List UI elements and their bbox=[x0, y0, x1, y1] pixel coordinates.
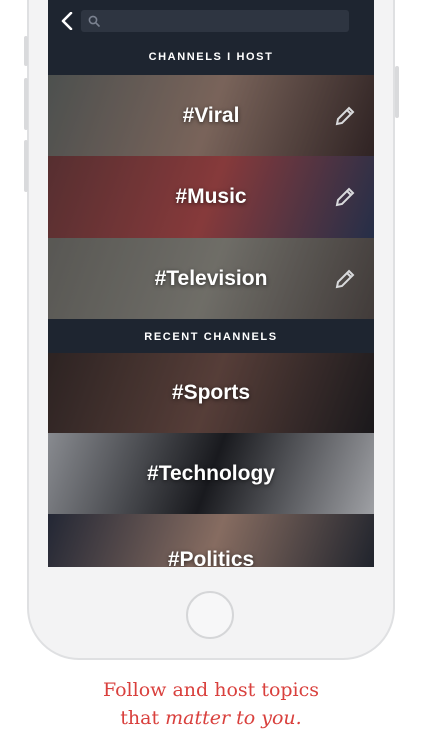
channel-label: #Technology bbox=[147, 461, 275, 485]
channel-card-sports[interactable]: #Sports bbox=[48, 353, 374, 433]
caption-line-2-italic: matter to you. bbox=[165, 707, 302, 729]
promo-caption: Follow and host topics that matter to yo… bbox=[0, 676, 422, 732]
caption-line-1: Follow and host topics bbox=[102, 679, 320, 701]
caption-line-2: that matter to you. bbox=[0, 704, 422, 732]
channel-card-music[interactable]: #Music bbox=[48, 156, 374, 238]
top-bar bbox=[48, 0, 374, 42]
recent-channels-header: RECENT CHANNELS bbox=[48, 320, 374, 353]
pencil-edit-icon[interactable] bbox=[334, 105, 356, 127]
channel-card-technology[interactable]: #Technology bbox=[48, 433, 374, 514]
back-button[interactable] bbox=[56, 10, 78, 32]
channel-label: #Sports bbox=[171, 381, 251, 404]
home-button[interactable] bbox=[186, 591, 234, 639]
phone-volume-down-button bbox=[24, 140, 28, 192]
phone-side-button bbox=[24, 36, 28, 66]
phone-volume-up-button bbox=[24, 78, 28, 130]
channel-label: #Music bbox=[175, 185, 247, 208]
app-screen: CHANNELS I HOST #Viral #Music #Televisio… bbox=[48, 0, 374, 567]
channel-card-viral[interactable]: #Viral bbox=[48, 75, 374, 156]
pencil-edit-icon[interactable] bbox=[334, 186, 356, 208]
channels-i-host-header: CHANNELS I HOST bbox=[48, 40, 374, 73]
channel-label: #Television bbox=[154, 266, 268, 290]
channel-card-politics[interactable]: #Politics bbox=[48, 514, 374, 567]
search-icon bbox=[88, 15, 100, 27]
caption-line-2-plain: that bbox=[120, 707, 166, 729]
search-input[interactable] bbox=[81, 10, 349, 32]
channel-card-television[interactable]: #Television bbox=[48, 238, 374, 319]
phone-power-button bbox=[395, 66, 399, 118]
channel-label: #Viral bbox=[182, 103, 240, 127]
channel-label: #Politics bbox=[167, 548, 255, 567]
pencil-edit-icon[interactable] bbox=[334, 268, 356, 290]
chevron-left-icon bbox=[61, 12, 73, 30]
